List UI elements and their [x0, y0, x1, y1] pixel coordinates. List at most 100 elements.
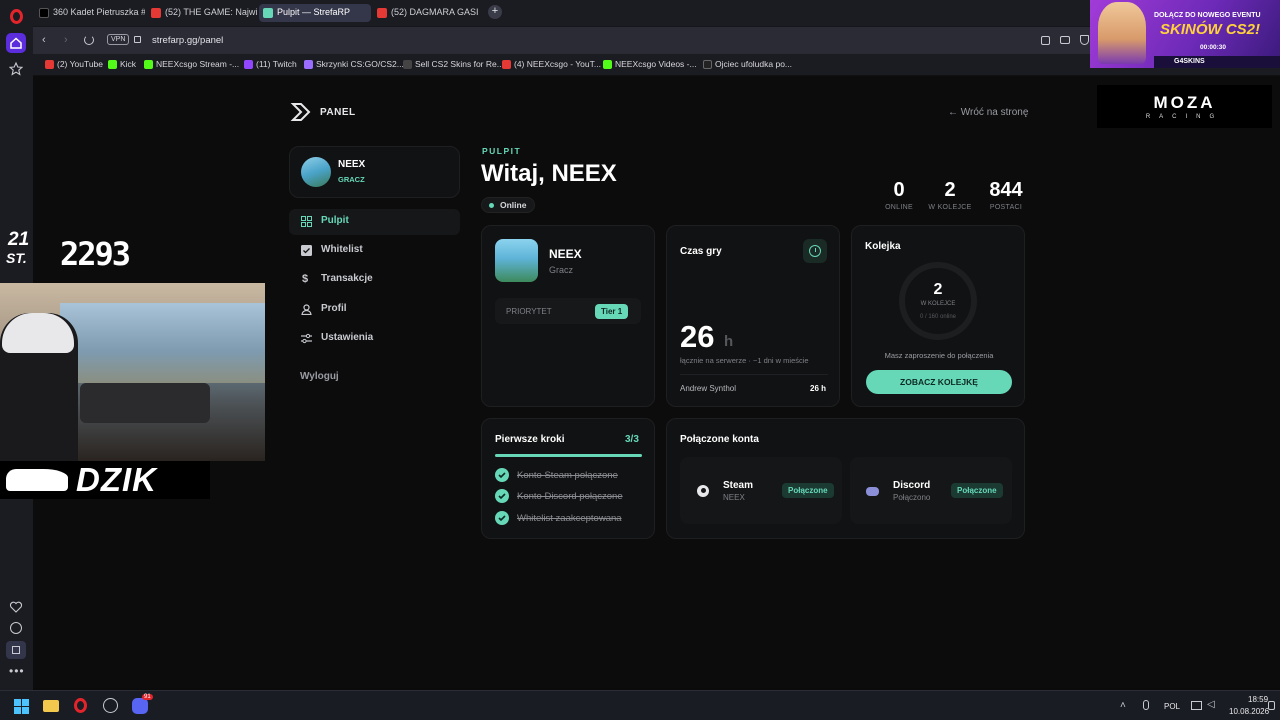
nav-profil[interactable]: Profil — [289, 297, 460, 323]
dzik-logo: DZIK — [0, 461, 210, 499]
user-card[interactable]: NEEX GRACZ — [289, 146, 460, 198]
nav-ustawienia[interactable]: Ustawienia — [289, 326, 460, 352]
queue-title: Kolejka — [865, 241, 901, 252]
step-steam: Konto Steam połączone — [517, 470, 618, 481]
checkbox-icon — [301, 245, 312, 256]
grid-icon — [301, 216, 312, 227]
playtime-desc: łącznie na serwerze · ~1 dni w mieście — [680, 356, 809, 365]
home-icon[interactable] — [6, 33, 26, 53]
strefarp-icon — [263, 8, 273, 18]
character-hours: 26 h — [810, 384, 827, 393]
bookmark-7[interactable]: (4) NEEXcsgo - YouT... — [502, 59, 601, 69]
bookmark-9[interactable]: Ojciec ufoludka po... — [703, 59, 792, 69]
star-icon[interactable] — [8, 61, 24, 76]
gift-icon[interactable] — [6, 641, 26, 659]
reload-icon[interactable] — [84, 35, 94, 45]
steps-title: Pierwsze kroki — [495, 434, 565, 445]
microphone-icon[interactable] — [1143, 700, 1149, 710]
volume-icon[interactable]: ◁ — [1207, 699, 1215, 710]
chevron-up-icon[interactable]: ˄ — [1120, 700, 1126, 711]
network-icon[interactable] — [1191, 701, 1202, 710]
kick-icon — [108, 60, 117, 69]
character-avatar — [495, 239, 538, 282]
bookmark-2[interactable]: Kick — [108, 59, 136, 69]
logout-link[interactable]: Wyloguj — [300, 371, 339, 382]
check-icon — [495, 489, 509, 503]
tab-2[interactable]: (52) THE GAME: Największ — [147, 4, 257, 22]
back-to-site-link[interactable]: ← Wróć na stronę — [948, 107, 1028, 118]
folder-icon[interactable] — [43, 700, 59, 712]
bookmark-5[interactable]: Skrzynki CS:GO/CS2... — [304, 59, 404, 69]
webcam-overlay — [0, 283, 265, 461]
opera-taskbar-icon[interactable] — [74, 698, 87, 713]
user-role: GRACZ — [338, 175, 365, 184]
steam-connected-badge: Połączone — [782, 483, 834, 498]
nav-transakcje[interactable]: $ Transakcje — [289, 267, 460, 293]
discord-taskbar-icon[interactable] — [132, 698, 148, 714]
tab-4[interactable]: (52) DAGMARA GASI BAN — [373, 4, 481, 22]
ad-character — [1098, 2, 1146, 64]
bookmark-6[interactable]: Sell CS2 Skins for Re... — [403, 59, 504, 69]
playtime-title: Czas gry — [680, 246, 722, 257]
discord-account[interactable]: Discord Połączono Połączone — [850, 457, 1012, 524]
steam-taskbar-icon[interactable] — [103, 698, 118, 713]
forward-icon[interactable]: › — [64, 34, 68, 46]
edit-icon[interactable] — [1041, 36, 1050, 45]
priority-label: PRIORYTET — [506, 307, 552, 316]
avatar — [301, 157, 331, 187]
twitch-icon — [244, 60, 253, 69]
back-icon[interactable]: ‹ — [42, 34, 46, 46]
lock-icon — [134, 36, 141, 43]
steps-progress: 3/3 — [625, 434, 639, 445]
bookmark-1[interactable]: (2) YouTube — [45, 59, 103, 69]
discord-sub: Połączono — [893, 493, 931, 502]
dzik-text: DZIK — [76, 461, 157, 498]
priority-badge: Tier 1 — [595, 304, 629, 319]
kick-icon — [603, 60, 612, 69]
nav-pulpit[interactable]: Pulpit — [289, 209, 460, 235]
discord-icon — [866, 487, 879, 496]
taskbar: 91 ˄ POL ◁ 18:59 10.08.2026 — [0, 690, 1280, 720]
discord-connected-badge: Połączone — [951, 483, 1003, 498]
moza-logo: MOZA RACING — [1097, 85, 1272, 128]
steam-name: Steam — [723, 480, 754, 491]
history-icon[interactable] — [10, 622, 22, 634]
steam-account[interactable]: Steam NEEX Połączone — [680, 457, 842, 524]
playtime-unit: h — [724, 333, 734, 350]
more-icon[interactable]: ••• — [9, 664, 25, 678]
step-discord: Konto Discord połączone — [517, 491, 623, 502]
notification-icon[interactable] — [1268, 701, 1275, 710]
clock-date[interactable]: 10.08.2026 — [1229, 707, 1269, 716]
tab-1[interactable]: 360 Kadet Pietruszka #gt — [35, 4, 145, 22]
see-queue-button[interactable]: ZOBACZ KOLEJKĘ — [866, 370, 1012, 394]
ad-banner[interactable]: DOŁĄCZ DO NOWEGO EVENTU SKINÓW CS2! 00:0… — [1090, 0, 1280, 68]
new-tab-button[interactable]: + — [488, 5, 502, 19]
kick-icon — [144, 60, 153, 69]
windows-start-icon[interactable] — [14, 699, 29, 714]
priority-row: PRIORYTET Tier 1 — [495, 298, 641, 324]
nav-whitelist[interactable]: Whitelist — [289, 238, 460, 264]
tab-3[interactable]: Pulpit — StrefaRP — [259, 4, 371, 22]
panel-logo-icon[interactable] — [290, 101, 312, 123]
bookmark-3[interactable]: NEEXcsgo Stream -... — [144, 59, 239, 69]
accounts-title: Połączone konta — [680, 434, 759, 445]
ad-main-text: SKINÓW CS2! — [1160, 21, 1261, 38]
queue-invite-text: Masz zaproszenie do połączenia — [884, 351, 994, 360]
ad-timer: 00:00:30 — [1200, 44, 1227, 51]
profile-card: NEEX Gracz PRIORYTET Tier 1 — [481, 225, 655, 407]
camera-icon[interactable] — [1060, 36, 1070, 44]
language-indicator[interactable]: POL — [1164, 702, 1180, 711]
heart-icon[interactable] — [9, 600, 23, 614]
vpn-badge[interactable]: VPN — [107, 34, 130, 45]
bookmark-4[interactable]: (11) Twitch — [244, 59, 297, 69]
shield-icon[interactable] — [1080, 35, 1089, 45]
youtube-icon — [45, 60, 54, 69]
opera-logo-icon[interactable] — [10, 9, 23, 24]
clock-time[interactable]: 18:59 — [1248, 695, 1268, 704]
score-rank: 21 — [8, 229, 30, 250]
webcam-headset — [2, 313, 74, 353]
queue-card: Kolejka 2 W KOLEJCE 0 / 160 online Masz … — [851, 225, 1025, 407]
character-name: Andrew Synthol — [680, 384, 737, 393]
bookmark-8[interactable]: NEEXcsgo Videos -... — [603, 59, 697, 69]
url-input[interactable]: strefarp.gg/panel — [152, 35, 223, 46]
